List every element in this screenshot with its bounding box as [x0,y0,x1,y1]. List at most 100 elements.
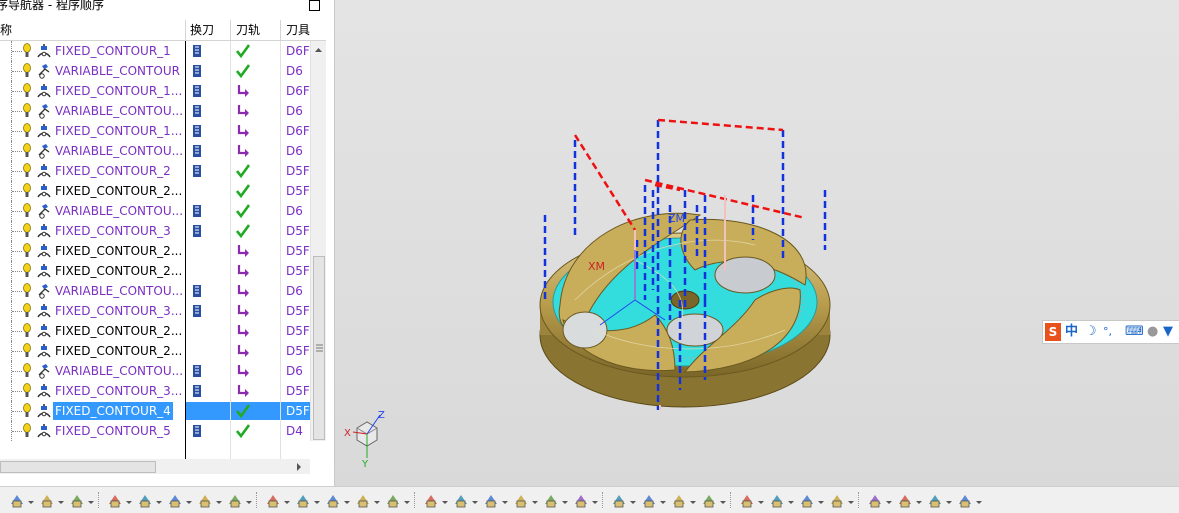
dropdown-arrow-icon[interactable] [502,501,508,504]
skin-icon[interactable]: ▼ [1163,322,1173,342]
pattern-icon[interactable] [422,491,440,509]
sketch-icon[interactable] [264,491,282,509]
fit-view-icon[interactable] [38,491,56,509]
plane-icon[interactable] [798,491,816,509]
revolve-icon[interactable] [324,491,342,509]
dropdown-arrow-icon[interactable] [758,501,764,504]
section-icon[interactable] [106,491,124,509]
dropdown-arrow-icon[interactable] [976,501,982,504]
operation-row[interactable]: FIXED_CONTOUR_4 D5F [0,401,310,421]
operation-name[interactable]: FIXED_CONTOUR_1... [53,122,184,140]
operation-name[interactable]: FIXED_CONTOUR_3 [53,222,173,240]
maximize-icon[interactable] [309,0,320,11]
dropdown-arrow-icon[interactable] [344,501,350,504]
dropdown-arrow-icon[interactable] [532,501,538,504]
move-icon[interactable] [542,491,560,509]
layers-icon[interactable] [226,491,244,509]
dropdown-arrow-icon[interactable] [314,501,320,504]
operation-row[interactable]: VARIABLE_CONTOUR D6 [0,61,310,81]
column-tool-change[interactable]: 换刀 [190,20,214,40]
operation-row[interactable]: FIXED_CONTOUR_1... D6F [0,81,310,101]
analysis-icon[interactable] [640,491,658,509]
dropdown-arrow-icon[interactable] [916,501,922,504]
operation-name[interactable]: FIXED_CONTOUR_2... [53,242,184,260]
operation-name[interactable]: FIXED_CONTOUR_2 [53,162,173,180]
assembly-icon[interactable] [512,491,530,509]
dropdown-arrow-icon[interactable] [88,501,94,504]
extrude-icon[interactable] [294,491,312,509]
operation-row[interactable]: FIXED_CONTOUR_5 D4 [0,421,310,441]
vector-icon[interactable] [768,491,786,509]
dropdown-arrow-icon[interactable] [848,501,854,504]
color-icon[interactable] [866,491,884,509]
dropdown-arrow-icon[interactable] [404,501,410,504]
keyboard-icon[interactable]: ⌨ [1125,322,1144,342]
operation-name[interactable]: FIXED_CONTOUR_5 [53,422,173,440]
chain-icon[interactable] [896,491,914,509]
dropdown-arrow-icon[interactable] [660,501,666,504]
operation-name[interactable]: FIXED_CONTOUR_3... [53,382,184,400]
graphics-viewport[interactable]: XM ZM Z X Y [335,0,1179,486]
column-name[interactable]: 称 [0,20,12,40]
dropdown-arrow-icon[interactable] [284,501,290,504]
dropdown-arrow-icon[interactable] [720,501,726,504]
ime-punct[interactable]: °, [1103,322,1112,342]
dropdown-arrow-icon[interactable] [374,501,380,504]
operation-row[interactable]: FIXED_CONTOUR_2 D5F [0,161,310,181]
operation-name[interactable]: FIXED_CONTOUR_3... [53,302,184,320]
operation-name[interactable]: VARIABLE_CONTOU... [53,362,185,380]
more-icon[interactable] [956,491,974,509]
operation-row[interactable]: FIXED_CONTOUR_3... D5F [0,381,310,401]
mirror-icon[interactable] [452,491,470,509]
dropdown-arrow-icon[interactable] [592,501,598,504]
operation-row[interactable]: FIXED_CONTOUR_2... D5F [0,341,310,361]
dropdown-arrow-icon[interactable] [690,501,696,504]
operation-row[interactable]: VARIABLE_CONTOU... D6 [0,281,310,301]
dropdown-arrow-icon[interactable] [246,501,252,504]
operation-row[interactable]: FIXED_CONTOUR_3 D5F [0,221,310,241]
dropdown-arrow-icon[interactable] [28,501,34,504]
operation-name[interactable]: VARIABLE_CONTOU... [53,102,185,120]
operation-row[interactable]: FIXED_CONTOUR_2... D5F [0,241,310,261]
dropdown-arrow-icon[interactable] [186,501,192,504]
dropdown-arrow-icon[interactable] [562,501,568,504]
feature-icon[interactable] [482,491,500,509]
vertical-scroll-thumb[interactable] [313,256,325,440]
ime-mode-chinese[interactable]: 中 [1065,322,1078,342]
operation-row[interactable]: FIXED_CONTOUR_1 D6F [0,41,310,61]
operation-name[interactable]: VARIABLE_CONTOU... [53,202,185,220]
horizontal-scroll-thumb[interactable] [0,461,156,473]
rotate-icon[interactable] [136,491,154,509]
operation-name[interactable]: VARIABLE_CONTOUR [53,62,182,80]
dropdown-arrow-icon[interactable] [126,501,132,504]
operation-name[interactable]: VARIABLE_CONTOU... [53,142,185,160]
csys-icon[interactable] [828,491,846,509]
sogou-logo-icon[interactable]: S [1045,323,1061,341]
operation-name[interactable]: FIXED_CONTOUR_2... [53,342,184,360]
operation-row[interactable]: FIXED_CONTOUR_2... D5F [0,181,310,201]
operation-row[interactable]: FIXED_CONTOUR_2... D5F [0,261,310,281]
dropdown-arrow-icon[interactable] [818,501,824,504]
view-triad[interactable]: Z X Y [344,410,385,470]
column-toolpath[interactable]: 刀轨 [236,20,260,40]
point-icon[interactable] [738,491,756,509]
dropdown-arrow-icon[interactable] [630,501,636,504]
horizontal-scrollbar[interactable] [0,459,310,474]
orient-view-icon[interactable] [8,491,26,509]
operation-name[interactable]: FIXED_CONTOUR_2... [53,182,184,200]
constraint-icon[interactable] [572,491,590,509]
operation-row[interactable]: VARIABLE_CONTOU... D6 [0,361,310,381]
ime-status-bar[interactable]: S 中 ☽ °, ⌨ ● ▼ [1042,320,1179,344]
dropdown-arrow-icon[interactable] [58,501,64,504]
operation-row[interactable]: VARIABLE_CONTOU... D6 [0,201,310,221]
dropdown-arrow-icon[interactable] [788,501,794,504]
operation-name[interactable]: FIXED_CONTOUR_1 [53,42,173,60]
operation-name[interactable]: FIXED_CONTOUR_4 [53,402,173,420]
measure-icon[interactable] [610,491,628,509]
dropdown-arrow-icon[interactable] [946,501,952,504]
dropdown-arrow-icon[interactable] [472,501,478,504]
snap-icon[interactable] [670,491,688,509]
display-mode-icon[interactable] [68,491,86,509]
filter-icon[interactable] [700,491,718,509]
column-tool[interactable]: 刀具 [286,20,310,40]
